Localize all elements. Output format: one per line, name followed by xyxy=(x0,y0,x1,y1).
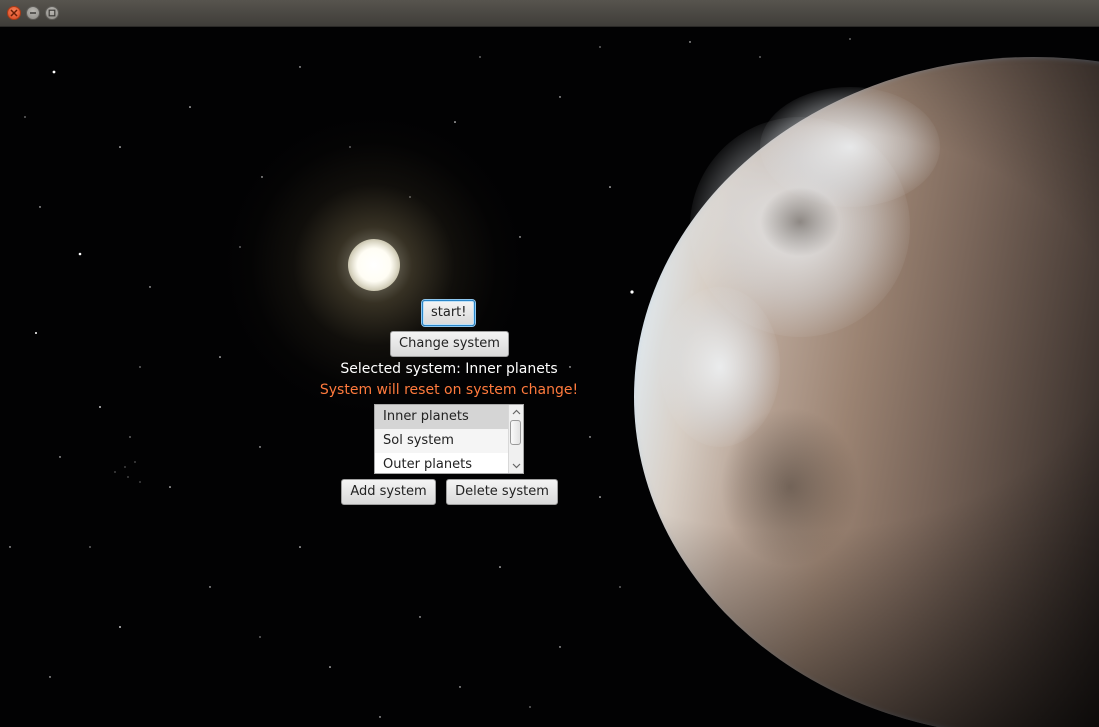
system-list[interactable]: Inner planets Sol system Outer planets xyxy=(374,404,524,474)
change-system-button[interactable]: Change system xyxy=(390,331,509,357)
start-button[interactable]: start! xyxy=(422,300,475,326)
delete-system-button[interactable]: Delete system xyxy=(446,479,558,505)
title-bar xyxy=(0,0,1099,27)
list-item[interactable]: Outer planets xyxy=(375,453,509,473)
minimize-icon[interactable] xyxy=(26,6,40,20)
space-background xyxy=(0,27,1099,727)
app-window: start! Change system Selected system: In… xyxy=(0,0,1099,727)
list-item[interactable]: Sol system xyxy=(375,429,509,453)
maximize-icon[interactable] xyxy=(45,6,59,20)
warning-label: System will reset on system change! xyxy=(319,382,579,398)
sun xyxy=(348,239,400,291)
list-item[interactable]: Inner planets xyxy=(375,405,509,429)
list-scrollbar[interactable] xyxy=(508,405,523,473)
selected-system-label: Selected system: Inner planets xyxy=(340,361,558,377)
scroll-thumb[interactable] xyxy=(510,420,521,445)
scroll-up-icon[interactable] xyxy=(512,408,521,417)
scroll-down-icon[interactable] xyxy=(512,461,521,470)
add-system-button[interactable]: Add system xyxy=(341,479,436,505)
close-icon[interactable] xyxy=(7,6,21,20)
